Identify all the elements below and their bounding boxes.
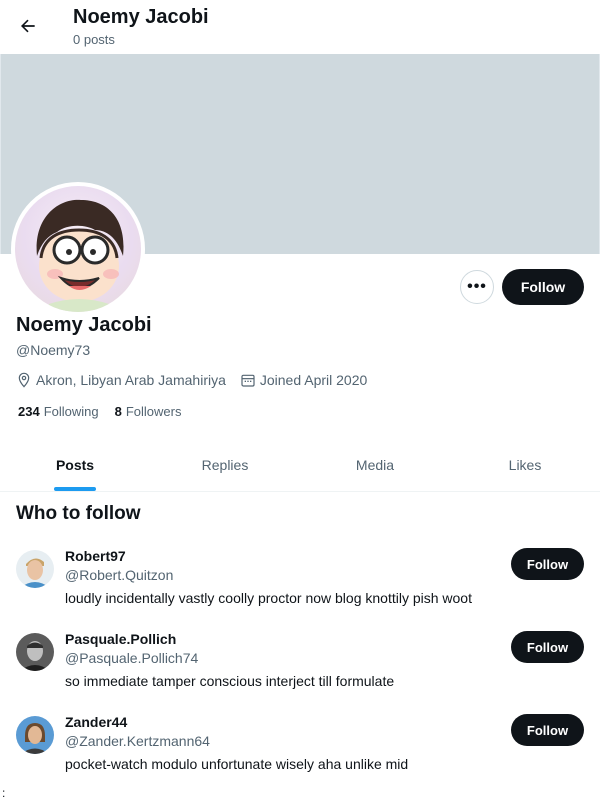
corner-mark: :: [2, 786, 6, 800]
suggestion-bio: pocket-watch modulo unfortunate wisely a…: [65, 756, 409, 772]
follow-button[interactable]: Follow: [502, 269, 584, 305]
more-icon: •••: [467, 278, 487, 295]
suggestion-name[interactable]: Zander44: [65, 714, 127, 730]
location-pin-icon: [18, 372, 30, 388]
profile-handle: @Noemy73: [16, 342, 91, 358]
profile-joined: Joined April 2020: [240, 372, 367, 388]
profile-meta: Akron, Libyan Arab Jamahiriya Joined Apr…: [16, 370, 381, 390]
suggestion-name[interactable]: Robert97: [65, 548, 126, 564]
suggestion-handle: @Robert.Quitzon: [65, 567, 174, 583]
profile-display-name: Noemy Jacobi: [16, 314, 152, 336]
profile-stats: 234 Following 8 Followers: [18, 404, 197, 419]
arrow-left-icon: [21, 19, 35, 33]
profile-location: Akron, Libyan Arab Jamahiriya: [16, 372, 226, 388]
header-post-count: 0 posts: [73, 32, 115, 47]
profile-avatar[interactable]: [11, 182, 145, 316]
follow-button[interactable]: Follow: [511, 631, 584, 663]
follow-button[interactable]: Follow: [511, 714, 584, 746]
avatar[interactable]: [16, 633, 54, 671]
suggestion-bio: so immediate tamper conscious interject …: [65, 673, 395, 689]
suggestion-handle: @Zander.Kertzmann64: [65, 733, 210, 749]
tab-likes[interactable]: Likes: [450, 438, 600, 491]
followers-count: 8: [114, 404, 122, 419]
location-text: Akron, Libyan Arab Jamahiriya: [36, 372, 226, 388]
follow-button[interactable]: Follow: [511, 548, 584, 580]
followers-label: Followers: [125, 404, 182, 419]
tab-posts[interactable]: Posts: [0, 438, 150, 491]
tab-label: Media: [355, 456, 395, 473]
calendar-icon: [241, 374, 255, 387]
following-label: Following: [43, 404, 99, 419]
suggestion-handle: @Pasquale.Pollich74: [65, 650, 199, 666]
tab-replies[interactable]: Replies: [150, 438, 300, 491]
top-bar: Noemy Jacobi 0 posts: [0, 0, 600, 54]
suggestion-item[interactable]: Pasquale.Pollich @Pasquale.Pollich74 so …: [0, 631, 600, 713]
more-options-button[interactable]: •••: [460, 270, 494, 304]
tab-label: Likes: [508, 456, 542, 473]
tab-label: Replies: [201, 456, 249, 473]
who-to-follow-heading: Who to follow: [16, 503, 141, 524]
joined-text: Joined April 2020: [259, 372, 368, 388]
header-title: Noemy Jacobi: [73, 6, 209, 28]
profile-tabs: Posts Replies Media Likes: [0, 438, 600, 492]
tab-label: Posts: [55, 456, 95, 473]
tab-media[interactable]: Media: [300, 438, 450, 491]
suggestion-bio: loudly incidentally vastly coolly procto…: [65, 590, 472, 606]
profile-page: Noemy Jacobi 0 posts ••• Follow Noemy Ja…: [0, 0, 600, 800]
back-button[interactable]: [12, 10, 44, 42]
following-count: 234: [18, 404, 40, 419]
suggestion-name[interactable]: Pasquale.Pollich: [65, 631, 176, 647]
following-link[interactable]: 234 Following: [18, 404, 99, 419]
followers-link[interactable]: 8 Followers: [115, 404, 182, 419]
suggestion-item[interactable]: Robert97 @Robert.Quitzon loudly incident…: [0, 548, 600, 630]
avatar-image: [15, 186, 141, 312]
suggestion-item[interactable]: Zander44 @Zander.Kertzmann64 pocket-watc…: [0, 714, 600, 796]
avatar[interactable]: [16, 716, 54, 754]
active-tab-indicator: [54, 487, 96, 491]
avatar[interactable]: [16, 550, 54, 588]
